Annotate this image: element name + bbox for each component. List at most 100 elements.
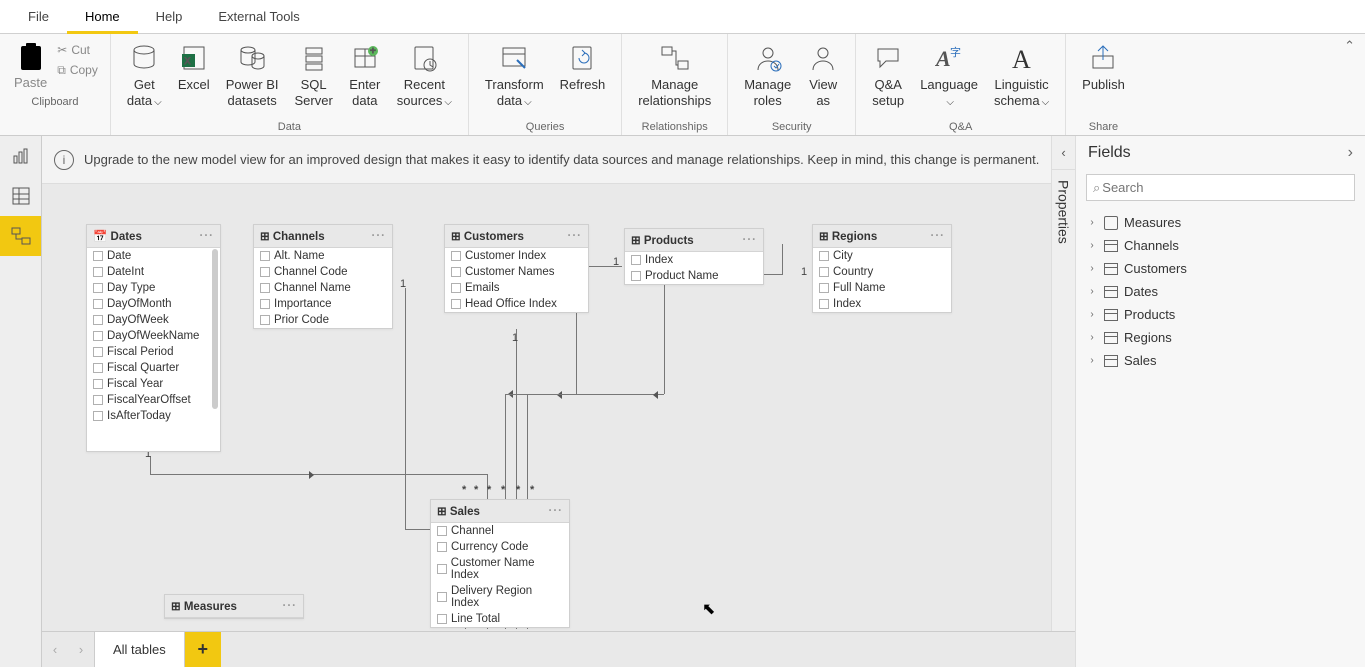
more-icon[interactable]: ··· bbox=[931, 230, 946, 242]
table-column-row[interactable]: Customer Name Index bbox=[431, 555, 569, 583]
powerbi-icon bbox=[236, 42, 268, 74]
table-column-row[interactable]: IsAfterToday bbox=[87, 408, 220, 424]
table-column-row[interactable]: Fiscal Quarter bbox=[87, 360, 220, 376]
schema-label: Linguistic schema bbox=[994, 77, 1049, 109]
more-icon[interactable]: ··· bbox=[743, 234, 758, 246]
table-column-row[interactable]: Channel Name bbox=[254, 280, 392, 296]
data-view-tab[interactable] bbox=[0, 176, 41, 216]
tab-home[interactable]: Home bbox=[67, 0, 138, 34]
field-item-dates[interactable]: › Dates bbox=[1082, 280, 1359, 303]
properties-label: Properties bbox=[1056, 180, 1072, 244]
collapse-fields-button[interactable]: › bbox=[1348, 144, 1353, 162]
table-column-row[interactable]: Fiscal Period bbox=[87, 344, 220, 360]
ribbon-group-label: Q&A bbox=[949, 119, 972, 135]
column-icon bbox=[93, 331, 103, 341]
ribbon: Paste ✂ Cut ⧉ Copy Clipboard Get data bbox=[0, 34, 1365, 136]
more-icon[interactable]: ··· bbox=[283, 600, 298, 612]
more-icon[interactable]: ··· bbox=[568, 230, 583, 242]
table-column-row[interactable]: Day Type bbox=[87, 280, 220, 296]
table-column-row[interactable]: Product Name bbox=[625, 268, 763, 284]
table-card-sales[interactable]: ⊞ Sales··· ChannelCurrency CodeCustomer … bbox=[430, 499, 570, 628]
top-menu-tabs: File Home Help External Tools bbox=[0, 0, 1365, 34]
recent-sources-button[interactable]: Recent sources bbox=[389, 38, 460, 113]
tab-prev-button[interactable]: ‹ bbox=[42, 632, 68, 667]
tab-all-tables[interactable]: All tables bbox=[94, 632, 185, 667]
field-item-products[interactable]: › Products bbox=[1082, 303, 1359, 326]
relationships-icon bbox=[659, 42, 691, 74]
add-tab-button[interactable]: + bbox=[185, 632, 221, 667]
table-column-row[interactable]: Prior Code bbox=[254, 312, 392, 328]
fields-search-input[interactable] bbox=[1100, 179, 1348, 196]
manage-relationships-button[interactable]: Manage relationships bbox=[630, 38, 719, 112]
table-card-channels[interactable]: ⊞ Channels··· Alt. NameChannel CodeChann… bbox=[253, 224, 393, 329]
table-column-row[interactable]: Date bbox=[87, 248, 220, 264]
transform-data-button[interactable]: Transform data bbox=[477, 38, 552, 113]
table-column-row[interactable]: Country bbox=[813, 264, 951, 280]
tab-external-tools[interactable]: External Tools bbox=[200, 0, 317, 34]
table-card-customers[interactable]: ⊞ Customers··· Customer IndexCustomer Na… bbox=[444, 224, 589, 313]
table-column-row[interactable]: Delivery Region Index bbox=[431, 583, 569, 611]
linguistic-schema-button[interactable]: A Linguistic schema bbox=[986, 38, 1057, 113]
table-column-row[interactable]: Line Total bbox=[431, 611, 569, 627]
table-column-row[interactable]: Customer Index bbox=[445, 248, 588, 264]
table-column-row[interactable]: Alt. Name bbox=[254, 248, 392, 264]
manage-roles-button[interactable]: Manage roles bbox=[736, 38, 799, 112]
get-data-button[interactable]: Get data bbox=[119, 38, 170, 113]
sql-server-button[interactable]: SQL Server bbox=[287, 38, 341, 112]
tab-next-button[interactable]: › bbox=[68, 632, 94, 667]
chevron-right-icon: › bbox=[1086, 332, 1098, 343]
table-column-row[interactable]: Channel bbox=[431, 523, 569, 539]
table-column-row[interactable]: FiscalYearOffset bbox=[87, 392, 220, 408]
ribbon-collapse-button[interactable]: ⌃ bbox=[1334, 34, 1365, 135]
field-item-regions[interactable]: › Regions bbox=[1082, 326, 1359, 349]
more-icon[interactable]: ··· bbox=[549, 505, 564, 517]
table-icon bbox=[1104, 309, 1118, 321]
more-icon[interactable]: ··· bbox=[200, 230, 215, 242]
column-icon bbox=[819, 299, 829, 309]
table-card-measures[interactable]: ⊞ Measures··· bbox=[164, 594, 304, 619]
chevron-right-icon: › bbox=[1086, 217, 1098, 228]
model-view-tab[interactable] bbox=[0, 216, 41, 256]
table-column-row[interactable]: Index bbox=[625, 252, 763, 268]
table-column-row[interactable]: Channel Code bbox=[254, 264, 392, 280]
enter-data-button[interactable]: + Enter data bbox=[341, 38, 389, 112]
tab-file[interactable]: File bbox=[10, 0, 67, 34]
qna-setup-button[interactable]: Q&A setup bbox=[864, 38, 912, 112]
view-as-button[interactable]: View as bbox=[799, 38, 847, 112]
table-column-row[interactable]: DayOfWeek bbox=[87, 312, 220, 328]
table-column-row[interactable]: Emails bbox=[445, 280, 588, 296]
fields-search-box[interactable]: ⌕ bbox=[1086, 174, 1355, 201]
ribbon-group-label: Relationships bbox=[642, 119, 708, 135]
table-column-row[interactable]: Index bbox=[813, 296, 951, 312]
table-column-row[interactable]: Customer Names bbox=[445, 264, 588, 280]
table-column-row[interactable]: Head Office Index bbox=[445, 296, 588, 312]
table-column-row[interactable]: DateInt bbox=[87, 264, 220, 280]
expand-properties-button[interactable]: ‹ bbox=[1052, 136, 1075, 170]
table-card-products[interactable]: ⊞ Products··· IndexProduct Name bbox=[624, 228, 764, 285]
ribbon-group-share: Publish Share bbox=[1066, 34, 1141, 135]
pbi-datasets-button[interactable]: Power BI datasets bbox=[218, 38, 287, 112]
field-item-channels[interactable]: › Channels bbox=[1082, 234, 1359, 257]
pbi-label: Power BI datasets bbox=[226, 77, 279, 108]
table-card-dates[interactable]: 📅 Dates··· DateDateIntDay TypeDayOfMonth… bbox=[86, 224, 221, 452]
publish-button[interactable]: Publish bbox=[1074, 38, 1133, 97]
report-view-tab[interactable] bbox=[0, 136, 41, 176]
table-column-row[interactable]: Importance bbox=[254, 296, 392, 312]
excel-button[interactable]: X Excel bbox=[170, 38, 218, 97]
more-icon[interactable]: ··· bbox=[372, 230, 387, 242]
table-column-row[interactable]: City bbox=[813, 248, 951, 264]
field-item-measures[interactable]: › Measures bbox=[1082, 211, 1359, 234]
field-item-customers[interactable]: › Customers bbox=[1082, 257, 1359, 280]
table-card-regions[interactable]: ⊞ Regions··· CityCountryFull NameIndex bbox=[812, 224, 952, 313]
table-column-row[interactable]: DayOfMonth bbox=[87, 296, 220, 312]
refresh-button[interactable]: Refresh bbox=[552, 38, 614, 97]
tab-help[interactable]: Help bbox=[138, 0, 201, 34]
language-button[interactable]: A字 Language bbox=[912, 38, 986, 113]
field-item-sales[interactable]: › Sales bbox=[1082, 349, 1359, 372]
table-column-row[interactable]: DayOfWeekName bbox=[87, 328, 220, 344]
table-column-row[interactable]: Full Name bbox=[813, 280, 951, 296]
sql-label: SQL Server bbox=[295, 77, 333, 108]
transform-icon bbox=[498, 42, 530, 74]
table-column-row[interactable]: Fiscal Year bbox=[87, 376, 220, 392]
table-column-row[interactable]: Currency Code bbox=[431, 539, 569, 555]
